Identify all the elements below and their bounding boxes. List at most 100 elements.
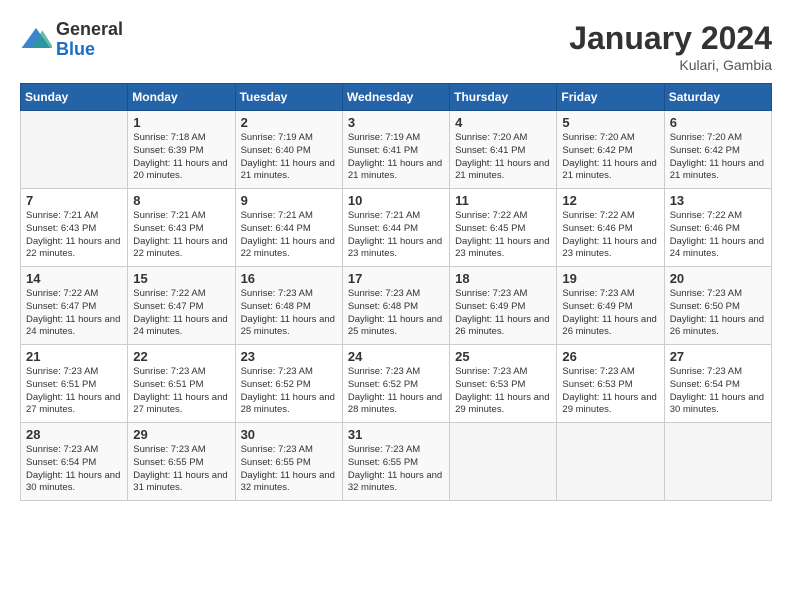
cell-info: Sunrise: 7:23 AMSunset: 6:53 PMDaylight:… <box>455 366 551 417</box>
cell-info: Sunrise: 7:18 AMSunset: 6:39 PMDaylight:… <box>133 132 229 183</box>
cell-info: Sunrise: 7:23 AMSunset: 6:48 PMDaylight:… <box>348 288 444 339</box>
day-number: 19 <box>562 271 658 286</box>
cell-info: Sunrise: 7:23 AMSunset: 6:52 PMDaylight:… <box>348 366 444 417</box>
cell-info: Sunrise: 7:23 AMSunset: 6:55 PMDaylight:… <box>348 444 444 495</box>
cell-info: Sunrise: 7:23 AMSunset: 6:54 PMDaylight:… <box>670 366 766 417</box>
calendar-cell: 4Sunrise: 7:20 AMSunset: 6:41 PMDaylight… <box>450 111 557 189</box>
day-number: 28 <box>26 427 122 442</box>
calendar-cell: 22 Sunrise: 7:23 AMSunset: 6:51 PMDayligh… <box>128 345 235 423</box>
calendar-cell: 19 Sunrise: 7:23 AMSunset: 6:49 PMDayligh… <box>557 267 664 345</box>
calendar-cell: 29 Sunrise: 7:23 AMSunset: 6:55 PMDayligh… <box>128 423 235 501</box>
page-header: General Blue January 2024 Kulari, Gambia <box>20 20 772 73</box>
cell-info: Sunrise: 7:22 AMSunset: 6:45 PMDaylight:… <box>455 210 551 261</box>
day-number: 3 <box>348 115 444 130</box>
day-number: 16 <box>241 271 337 286</box>
header-friday: Friday <box>557 84 664 111</box>
day-number: 5 <box>562 115 658 130</box>
week-row-1: 1 Sunrise: 7:18 AMSunset: 6:39 PMDaylight… <box>21 111 772 189</box>
day-number: 25 <box>455 349 551 364</box>
day-number: 2 <box>241 115 337 130</box>
cell-info: Sunrise: 7:23 AMSunset: 6:51 PMDaylight:… <box>133 366 229 417</box>
calendar-cell: 10 Sunrise: 7:21 AMSunset: 6:44 PMDayligh… <box>342 189 449 267</box>
calendar-cell: 16 Sunrise: 7:23 AMSunset: 6:48 PMDayligh… <box>235 267 342 345</box>
logo-blue: Blue <box>56 40 123 60</box>
cell-info: Sunrise: 7:23 AMSunset: 6:55 PMDaylight:… <box>133 444 229 495</box>
cell-info: Sunrise: 7:23 AMSunset: 6:50 PMDaylight:… <box>670 288 766 339</box>
header-wednesday: Wednesday <box>342 84 449 111</box>
calendar-cell: 8Sunrise: 7:21 AMSunset: 6:43 PMDaylight… <box>128 189 235 267</box>
cell-info: Sunrise: 7:19 AMSunset: 6:41 PMDaylight:… <box>348 132 444 183</box>
calendar-cell: 20 Sunrise: 7:23 AMSunset: 6:50 PMDayligh… <box>664 267 771 345</box>
calendar-cell: 2 Sunrise: 7:19 AMSunset: 6:40 PMDaylight… <box>235 111 342 189</box>
day-number: 14 <box>26 271 122 286</box>
day-number: 26 <box>562 349 658 364</box>
cell-info: Sunrise: 7:21 AMSunset: 6:43 PMDaylight:… <box>26 210 122 261</box>
calendar-cell: 31Sunrise: 7:23 AMSunset: 6:55 PMDayligh… <box>342 423 449 501</box>
calendar-cell: 5 Sunrise: 7:20 AMSunset: 6:42 PMDaylight… <box>557 111 664 189</box>
header-sunday: Sunday <box>21 84 128 111</box>
header-monday: Monday <box>128 84 235 111</box>
cell-info: Sunrise: 7:23 AMSunset: 6:49 PMDaylight:… <box>562 288 658 339</box>
logo-general: General <box>56 20 123 40</box>
day-number: 17 <box>348 271 444 286</box>
cell-info: Sunrise: 7:23 AMSunset: 6:51 PMDaylight:… <box>26 366 122 417</box>
cell-info: Sunrise: 7:21 AMSunset: 6:44 PMDaylight:… <box>241 210 337 261</box>
calendar-cell: 17 Sunrise: 7:23 AMSunset: 6:48 PMDayligh… <box>342 267 449 345</box>
day-number: 10 <box>348 193 444 208</box>
calendar-cell: 9 Sunrise: 7:21 AMSunset: 6:44 PMDaylight… <box>235 189 342 267</box>
cell-info: Sunrise: 7:22 AMSunset: 6:46 PMDaylight:… <box>562 210 658 261</box>
calendar-cell: 23 Sunrise: 7:23 AMSunset: 6:52 PMDayligh… <box>235 345 342 423</box>
cell-info: Sunrise: 7:21 AMSunset: 6:44 PMDaylight:… <box>348 210 444 261</box>
day-number: 22 <box>133 349 229 364</box>
calendar-cell <box>557 423 664 501</box>
calendar-cell: 1 Sunrise: 7:18 AMSunset: 6:39 PMDaylight… <box>128 111 235 189</box>
cell-info: Sunrise: 7:22 AMSunset: 6:46 PMDaylight:… <box>670 210 766 261</box>
calendar-cell: 24Sunrise: 7:23 AMSunset: 6:52 PMDayligh… <box>342 345 449 423</box>
day-number: 18 <box>455 271 551 286</box>
cell-info: Sunrise: 7:21 AMSunset: 6:43 PMDaylight:… <box>133 210 229 261</box>
cell-info: Sunrise: 7:23 AMSunset: 6:54 PMDaylight:… <box>26 444 122 495</box>
cell-info: Sunrise: 7:23 AMSunset: 6:48 PMDaylight:… <box>241 288 337 339</box>
day-number: 11 <box>455 193 551 208</box>
cell-info: Sunrise: 7:22 AMSunset: 6:47 PMDaylight:… <box>26 288 122 339</box>
day-number: 23 <box>241 349 337 364</box>
week-row-2: 7 Sunrise: 7:21 AMSunset: 6:43 PMDaylight… <box>21 189 772 267</box>
day-number: 27 <box>670 349 766 364</box>
week-row-4: 21Sunrise: 7:23 AMSunset: 6:51 PMDayligh… <box>21 345 772 423</box>
logo: General Blue <box>20 20 123 60</box>
cell-info: Sunrise: 7:23 AMSunset: 6:52 PMDaylight:… <box>241 366 337 417</box>
calendar-cell: 21Sunrise: 7:23 AMSunset: 6:51 PMDayligh… <box>21 345 128 423</box>
cell-info: Sunrise: 7:22 AMSunset: 6:47 PMDaylight:… <box>133 288 229 339</box>
calendar-cell: 25 Sunrise: 7:23 AMSunset: 6:53 PMDayligh… <box>450 345 557 423</box>
day-number: 29 <box>133 427 229 442</box>
calendar-cell: 14 Sunrise: 7:22 AMSunset: 6:47 PMDayligh… <box>21 267 128 345</box>
calendar-cell: 30Sunrise: 7:23 AMSunset: 6:55 PMDayligh… <box>235 423 342 501</box>
header-saturday: Saturday <box>664 84 771 111</box>
calendar-cell <box>664 423 771 501</box>
day-number: 7 <box>26 193 122 208</box>
calendar-cell <box>21 111 128 189</box>
day-number: 15 <box>133 271 229 286</box>
cell-info: Sunrise: 7:19 AMSunset: 6:40 PMDaylight:… <box>241 132 337 183</box>
cell-info: Sunrise: 7:20 AMSunset: 6:42 PMDaylight:… <box>562 132 658 183</box>
calendar-cell: 15 Sunrise: 7:22 AMSunset: 6:47 PMDayligh… <box>128 267 235 345</box>
day-number: 1 <box>133 115 229 130</box>
calendar-table: SundayMondayTuesdayWednesdayThursdayFrid… <box>20 83 772 501</box>
header-tuesday: Tuesday <box>235 84 342 111</box>
calendar-cell: 7 Sunrise: 7:21 AMSunset: 6:43 PMDaylight… <box>21 189 128 267</box>
calendar-cell <box>450 423 557 501</box>
calendar-header-row: SundayMondayTuesdayWednesdayThursdayFrid… <box>21 84 772 111</box>
cell-info: Sunrise: 7:23 AMSunset: 6:49 PMDaylight:… <box>455 288 551 339</box>
day-number: 12 <box>562 193 658 208</box>
day-number: 6 <box>670 115 766 130</box>
calendar-cell: 12 Sunrise: 7:22 AMSunset: 6:46 PMDayligh… <box>557 189 664 267</box>
calendar-cell: 26Sunrise: 7:23 AMSunset: 6:53 PMDayligh… <box>557 345 664 423</box>
week-row-5: 28 Sunrise: 7:23 AMSunset: 6:54 PMDayligh… <box>21 423 772 501</box>
cell-info: Sunrise: 7:23 AMSunset: 6:55 PMDaylight:… <box>241 444 337 495</box>
calendar-cell: 27 Sunrise: 7:23 AMSunset: 6:54 PMDayligh… <box>664 345 771 423</box>
logo-icon <box>20 24 52 56</box>
day-number: 9 <box>241 193 337 208</box>
calendar-cell: 11 Sunrise: 7:22 AMSunset: 6:45 PMDayligh… <box>450 189 557 267</box>
day-number: 20 <box>670 271 766 286</box>
cell-info: Sunrise: 7:20 AMSunset: 6:42 PMDaylight:… <box>670 132 766 183</box>
